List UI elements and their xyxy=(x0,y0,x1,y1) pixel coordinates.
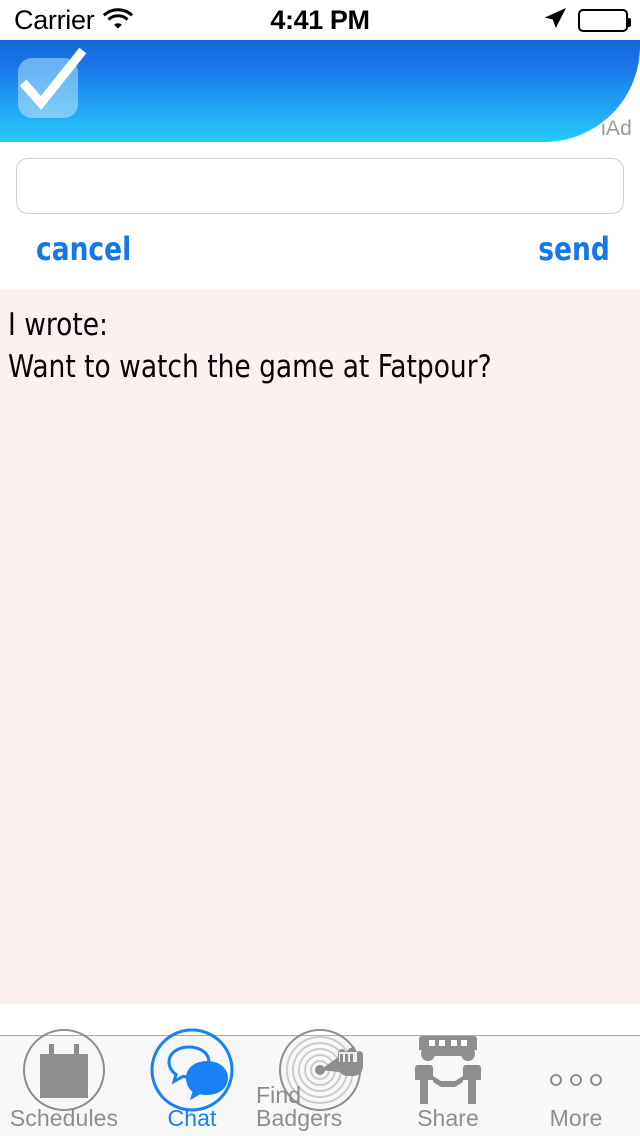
app-screen: Carrier 4:41 PM iAd cancel send I wrote:… xyxy=(0,0,640,1136)
tab-label-schedules: Schedules xyxy=(9,1105,119,1131)
cancel-button[interactable]: cancel xyxy=(36,230,131,268)
message-list[interactable]: I wrote: Want to watch the game at Fatpo… xyxy=(0,290,640,1004)
status-bar-right xyxy=(542,0,631,40)
tab-label-chat: Chat xyxy=(167,1105,217,1131)
tab-chat[interactable]: Chat xyxy=(128,1028,256,1136)
calendar-icon xyxy=(14,1018,114,1118)
tab-bar: Schedules Chat Find Badgers Share More xyxy=(0,1028,640,1136)
handshake-icon xyxy=(398,1018,498,1118)
location-arrow-icon xyxy=(542,5,568,36)
ad-banner[interactable] xyxy=(0,40,640,142)
tab-label-share: Share xyxy=(417,1105,479,1131)
chat-bubbles-icon xyxy=(142,1018,242,1118)
ad-label: iAd xyxy=(601,117,632,140)
checkmark-icon xyxy=(18,48,87,118)
tab-find-badgers[interactable]: Find Badgers xyxy=(256,1029,384,1136)
message-input[interactable] xyxy=(16,158,624,214)
compose-buttons: cancel send xyxy=(0,230,640,286)
tab-label-more: More xyxy=(549,1105,603,1131)
send-button[interactable]: send xyxy=(538,230,610,268)
tab-share[interactable]: Share xyxy=(384,1036,512,1136)
tab-label-find-badgers: Find Badgers xyxy=(256,1082,343,1131)
battery-full-icon xyxy=(578,8,631,32)
tab-more[interactable]: More xyxy=(512,1036,640,1136)
tab-schedules[interactable]: Schedules xyxy=(0,1029,128,1136)
compose-area: cancel send xyxy=(0,142,640,290)
status-bar: Carrier 4:41 PM xyxy=(0,0,640,40)
message-item: I wrote: Want to watch the game at Fatpo… xyxy=(8,307,492,385)
